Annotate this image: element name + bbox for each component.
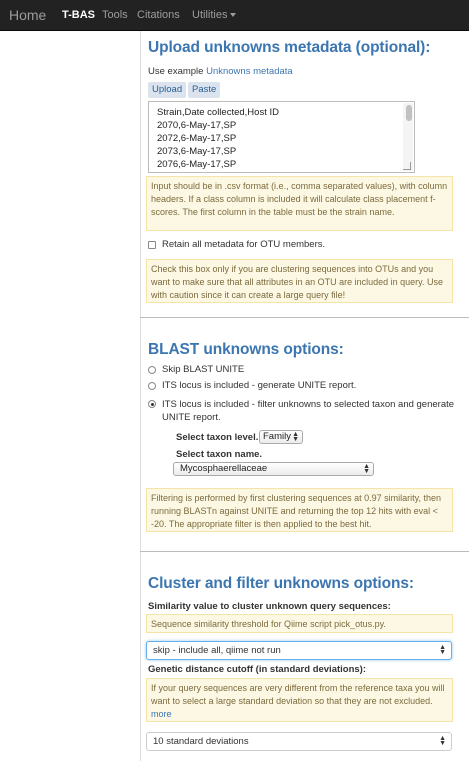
distance-note: If your query sequences are very differe…: [146, 678, 453, 722]
distance-select[interactable]: 10 standard deviations ▲ ▼: [146, 732, 452, 751]
generate-unite-radio[interactable]: [148, 382, 156, 390]
example-prefix: Use example: [148, 66, 204, 77]
generate-unite-label: ITS locus is included - generate UNITE r…: [162, 380, 357, 391]
nav-utilities-label: Utilities: [192, 9, 228, 21]
distance-note-text: If your query sequences are very differe…: [151, 683, 445, 706]
textarea-line: 2076,6-May-17,SP: [157, 159, 237, 170]
caret-down-icon: [230, 13, 237, 18]
textarea-line: 2070,6-May-17,SP: [157, 120, 237, 131]
skip-blast-label: Skip BLAST UNITE: [162, 364, 245, 375]
example-line: Use example Unknowns metadata: [148, 66, 293, 77]
similarity-value: skip - include all, qiime not run: [153, 645, 281, 656]
unknowns-metadata-link[interactable]: Unknowns metadata: [206, 66, 293, 77]
nav-tools-link[interactable]: Tools: [102, 0, 128, 31]
select-arrows-icon: ▲ ▼: [439, 644, 446, 656]
nav-citations-link[interactable]: Citations: [137, 0, 180, 31]
skip-blast-radio[interactable]: [148, 366, 156, 374]
metadata-textarea[interactable]: Strain,Date collected,Host ID 2070,6-May…: [148, 101, 415, 173]
distance-value: 10 standard deviations: [153, 736, 249, 747]
filter-unite-radio[interactable]: [148, 400, 156, 408]
taxon-name-label: Select taxon name.: [176, 449, 263, 460]
nav-utilities-dropdown[interactable]: Utilities: [192, 0, 237, 31]
retain-note: Check this box only if you are clusterin…: [146, 259, 453, 303]
filter-unite-label: ITS locus is included - filter unknowns …: [162, 399, 455, 423]
taxon-level-select[interactable]: Family ▲ ▼: [259, 430, 303, 444]
taxon-name-value: Mycosphaerellaceae: [180, 463, 268, 474]
select-arrows-icon: ▲ ▼: [292, 431, 299, 443]
format-note: Input should be in .csv format (i.e., co…: [146, 176, 453, 231]
textarea-line: 2072,6-May-17,SP: [157, 133, 237, 144]
similarity-select[interactable]: skip - include all, qiime not run ▲ ▼: [146, 641, 452, 660]
taxon-level-label: Select taxon level.: [176, 432, 259, 443]
content-left-border: [140, 31, 141, 761]
select-arrows-icon: ▲ ▼: [439, 735, 446, 747]
upload-button[interactable]: Upload: [148, 82, 187, 98]
distance-label: Genetic distance cutoff (in standard dev…: [148, 664, 367, 675]
filter-note: Filtering is performed by first clusteri…: [146, 488, 453, 532]
nav-tbas-link[interactable]: T-BAS: [62, 0, 95, 31]
upload-section-title: Upload unknowns metadata (optional):: [148, 39, 431, 56]
retain-metadata-checkbox[interactable]: [148, 241, 156, 249]
similarity-note: Sequence similarity threshold for Qiime …: [146, 614, 453, 633]
paste-button[interactable]: Paste: [188, 82, 221, 98]
textarea-line: Strain,Date collected,Host ID: [157, 107, 279, 118]
navbar: Home T-BAS Tools Citations Utilities: [0, 0, 469, 31]
distance-more-link[interactable]: more: [151, 709, 172, 719]
textarea-line: 2073,6-May-17,SP: [157, 146, 237, 157]
blast-section-title: BLAST unknowns options:: [148, 341, 344, 358]
cluster-section-title: Cluster and filter unknowns options:: [148, 575, 414, 592]
section-divider: [140, 317, 469, 318]
taxon-level-value: Family: [263, 431, 291, 442]
textarea-scroll-thumb[interactable]: [406, 105, 412, 121]
similarity-label: Similarity value to cluster unknown quer…: [148, 601, 391, 612]
section-divider: [140, 551, 469, 552]
taxon-name-select[interactable]: Mycosphaerellaceae ▲ ▼: [173, 462, 374, 476]
nav-home-link[interactable]: Home: [9, 0, 46, 31]
select-arrows-icon: ▲ ▼: [363, 463, 370, 475]
retain-metadata-label: Retain all metadata for OTU members.: [162, 239, 326, 250]
resize-grip-icon[interactable]: [403, 162, 411, 170]
